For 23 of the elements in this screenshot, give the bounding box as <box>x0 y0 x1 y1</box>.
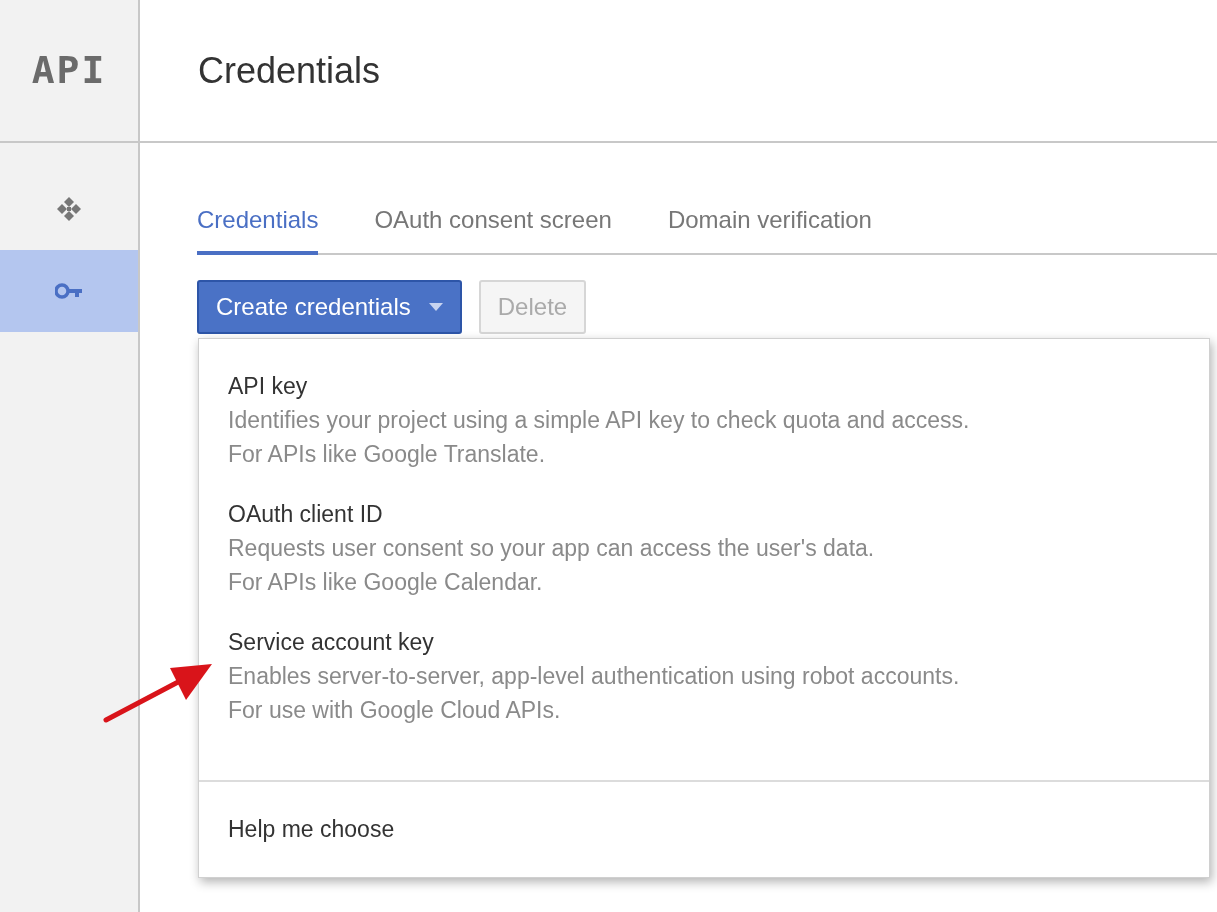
menu-item-description: For APIs like Google Translate. <box>228 440 547 469</box>
menu-item-description: Enables server-to-server, app-level authentication using robot accounts. <box>228 662 961 691</box>
logo: API <box>31 47 107 94</box>
menu-item-description: Identifies your project using a simple API key to check quota and access. <box>228 406 971 435</box>
tab[interactable]: OAuth consent screen <box>374 195 612 255</box>
tab[interactable]: Credentials <box>197 195 319 255</box>
menu-item[interactable]: Service account key Enables server-to-server, app-level authentication using robot accounts. For use with Google Cloud APIs. <box>228 625 1209 727</box>
caret-icon <box>428 303 443 311</box>
tab[interactable]: Domain verification <box>667 195 872 255</box>
menu-item-description: For APIs like Google Calendar. <box>228 568 544 597</box>
menu-item-description: Requests user consent so your app can access the user's data. <box>228 534 876 563</box>
create-credentials-button[interactable]: Create credentials <box>197 280 462 334</box>
page-title: Credentials <box>198 48 381 93</box>
menu-item[interactable]: OAuth client ID Requests user consent so your app can access the user's data. For APIs like Google Calendar. <box>228 497 1209 599</box>
sidebar-item[interactable] <box>0 250 138 332</box>
menu-item-title: API key <box>228 372 309 401</box>
diamond-cluster-icon <box>56 196 82 222</box>
menu-item[interactable]: API key Identifies your project using a simple API key to check quota and access. For APIs like Google Translate. <box>228 369 1209 471</box>
help-menu-item[interactable]: Help me choose <box>199 782 1209 877</box>
key-icon <box>55 283 83 299</box>
menu-item-description: For use with Google Cloud APIs. <box>228 696 562 725</box>
menu-item-title: OAuth client ID <box>228 500 384 529</box>
menu-item-title: Service account key <box>228 628 435 657</box>
